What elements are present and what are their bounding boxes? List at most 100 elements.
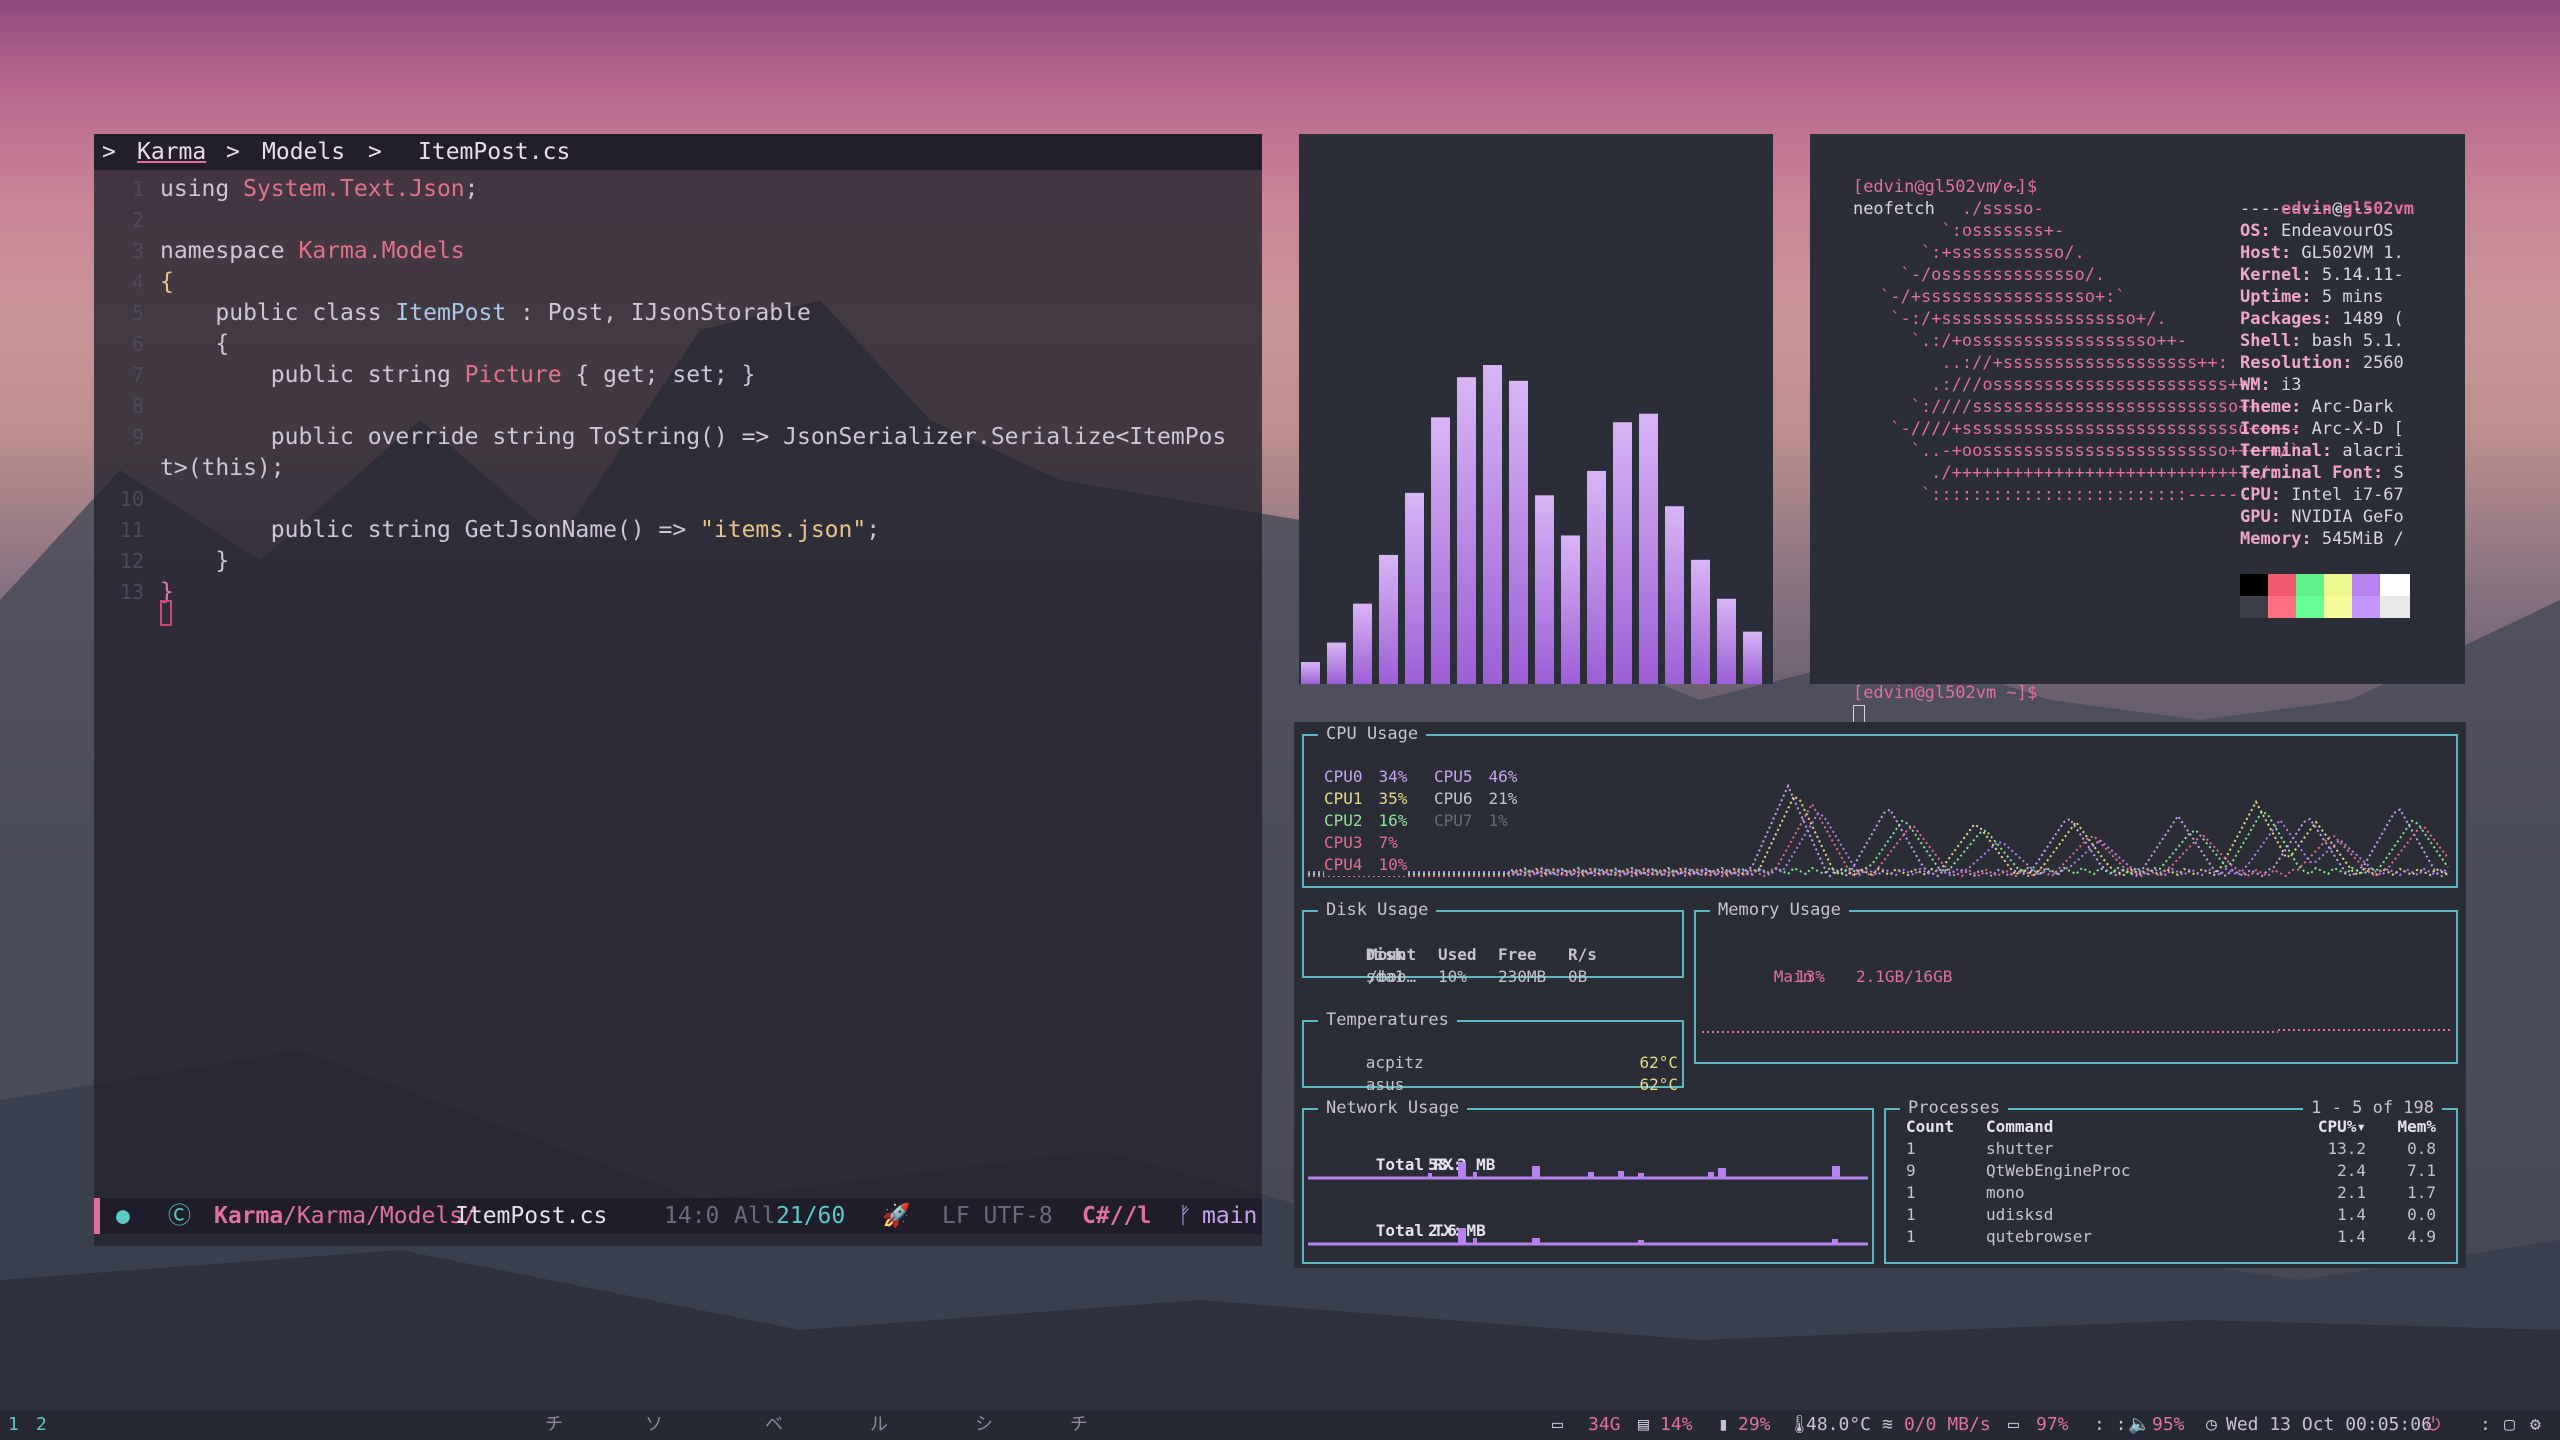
info-row: OS: EndeavourOS [2240,220,2394,242]
storage-icon: ▭ [1552,1414,1563,1435]
logo-line: `-/+sssssssssssssssso+:` [1880,287,2126,307]
code-text: { [160,331,230,357]
code-line[interactable]: 5 public class ItemPost : Post, IJsonSto… [94,298,1262,329]
code-editor-window[interactable]: > Karma > Models > ItemPost.cs 1 using Sy… [94,134,1262,1246]
cpu-core-name: CPU3 [1324,833,1363,852]
cpu-core-percent: 1% [1488,811,1508,830]
info-value: S [2393,463,2404,483]
terminal-window-neofetch[interactable]: [edvin@gl502vm ~]$ neofetch ./o. ./sssso… [1810,134,2465,725]
info-row: CPU: Intel i7-67 [2240,484,2404,506]
info-key: OS: [2240,221,2281,241]
line-number: 12 [119,549,144,573]
line-number: 11 [119,518,144,542]
code-line[interactable]: 13} [94,577,1262,608]
line-number: 9 [131,425,144,449]
kana-glyph: ル [870,1414,888,1435]
temperature-value: 48.0°C [1806,1414,1872,1435]
breadcrumb-folder[interactable]: Models [262,134,345,170]
logo-line: ./sssso- [1880,199,2044,219]
palette-swatch [2240,574,2270,596]
chevron-right-icon: > [102,139,116,165]
tray-icon-settings[interactable]: ⚙ [2530,1410,2541,1440]
code-line[interactable]: 10 [94,484,1262,515]
code-line[interactable]: 3 namespace Karma.Models [94,236,1262,267]
visualizer-bar [1483,365,1502,684]
memory-percent: 13% [1796,967,1825,986]
proc-command: mono [1986,1183,2025,1202]
code-line[interactable]: 7 public string Picture { get; set; } [94,360,1262,391]
info-value: 2560 [2362,353,2404,373]
workspace-2[interactable]: 2 [36,1410,47,1440]
code-line[interactable]: t>(this); [94,453,1262,484]
cpu-core-name: CPU1 [1324,789,1363,808]
info-row: Terminal: alacri [2240,440,2404,462]
palette-swatch [2352,574,2382,596]
logo-line: `:osssssss+- [1880,221,2065,241]
code-line[interactable]: 9 public override string ToString() => J… [94,422,1262,453]
code-line[interactable]: 12 } [94,546,1262,577]
tray-icon-chat[interactable]: ▢ [2504,1410,2515,1440]
temperature-panel: Temperatures acpitz 62°C asus 62°C [1302,1010,1684,1094]
breadcrumb-root[interactable]: Karma [137,134,206,170]
cpu-core-row: CPU6 21% [1434,788,1518,810]
visualizer-bar [1457,377,1476,684]
info-key: Shell: [2240,331,2312,351]
logo-line: `:////ssssssssssssssssssssssssso++. [1880,397,2269,417]
proc-cpu: 1.4 [2337,1205,2366,1224]
visualizer-bars [1301,365,1762,684]
breadcrumb-file[interactable]: ItemPost.cs [418,134,570,170]
logo-line: `-/ossssssssssssso/. [1880,265,2106,285]
disk-used: 10% [1438,967,1467,986]
visualizer-bar [1665,506,1684,684]
btop-window[interactable]: CPU Usage CPU0 34% CPU1 35% CPU2 16% CPU3 7% CPU… [1294,722,2466,1268]
disk-mount: /boo… [1368,967,1417,986]
visualizer-bar [1379,554,1398,684]
info-value: alacri [2342,441,2404,461]
line-number: 1 [131,177,144,201]
proc-command: udisksd [1986,1205,2054,1224]
code-line[interactable]: 11 public string GetJsonName() => "items… [94,515,1262,546]
palette-swatch [2324,574,2354,596]
power-icon[interactable]: ⏻ [2426,1410,2440,1440]
info-key: Host: [2240,243,2302,263]
status-filename: ItemPost.cs [455,1203,608,1229]
cpu-core-row: CPU0 34% [1324,766,1408,788]
cpu-core-percent: 21% [1488,789,1518,808]
disk-free: 230MB [1498,967,1547,986]
code-line[interactable]: 1 using System.Text.Json; [94,174,1262,205]
palette-swatch [2296,574,2326,596]
process-panel: Processes 1 - 5 of 198 Count Command CPU%▾… [1884,1098,2458,1264]
code-text: } [160,548,230,574]
status-bar: ● Ⓒ Karma /Karma/Models/ ItemPost.cs 14:… [94,1198,1262,1234]
git-branch-icon: ᚠ [1178,1203,1192,1229]
visualizer-bar [1353,603,1372,684]
code-line[interactable]: 4{ [94,267,1262,298]
volume-icon[interactable]: 🔈 [2128,1410,2150,1440]
palette-swatch [2268,574,2298,596]
cpu-core-name: CPU5 [1434,767,1473,786]
code-line[interactable]: 2 [94,205,1262,236]
proc-command: QtWebEngineProc [1986,1161,2131,1180]
info-value: Arc-X-D [ [2311,419,2404,439]
cpu-core-percent: 7% [1378,833,1398,852]
code-line[interactable]: 6 { [94,329,1262,360]
proc-cpu: 13.2 [2327,1139,2366,1158]
cpu-core-row: CPU3 7% [1324,832,1398,854]
palette-swatch [2296,596,2326,618]
visualizer-bar [1743,631,1762,684]
temperature-panel-title: Temperatures [1318,1010,1457,1030]
cpu-core-name: CPU6 [1434,789,1473,808]
workspace-1[interactable]: 1 [8,1410,19,1440]
logo-line: .:///osssssssssssssssssssssss++: [1880,375,2259,395]
cursor-position: 14:0 [664,1203,720,1229]
breadcrumb-separator: > [368,139,382,165]
visualizer-bar [1535,495,1554,684]
storage-value: 34G [1588,1414,1621,1435]
process-range: 1 - 5 of 198 [2303,1098,2442,1118]
git-branch: main [1202,1203,1258,1229]
code-line[interactable]: 8 [94,391,1262,422]
logo-line: `-:/+sssssssssssssssssso+/. [1880,309,2167,329]
separator-icon: : : [2094,1414,2127,1435]
taskbar: 1 2 チソベルシチ ▭ 34G ▤ 14% ▮ 29% 🌡 48.0°C ≋ … [0,1410,2560,1440]
info-key: GPU: [2240,507,2292,527]
